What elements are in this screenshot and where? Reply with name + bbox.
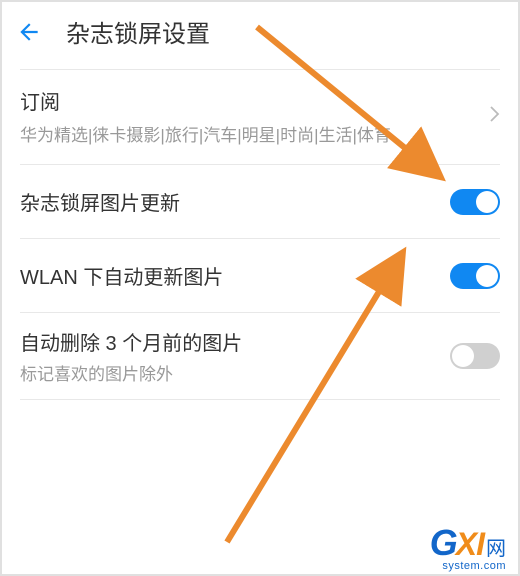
page-title: 杂志锁屏设置 [66, 14, 210, 49]
watermark-xi: XI [456, 526, 484, 563]
magazine-update-toggle[interactable] [450, 189, 500, 215]
subscription-desc: 华为精选|徕卡摄影|旅行|汽车|明星|时尚|生活|体育 [20, 121, 480, 146]
subscription-row[interactable]: 订阅 华为精选|徕卡摄影|旅行|汽车|明星|时尚|生活|体育 [2, 70, 518, 164]
wlan-auto-label: WLAN 下自动更新图片 [20, 261, 223, 290]
header-bar: 杂志锁屏设置 [2, 2, 518, 69]
auto-delete-label: 自动删除 3 个月前的图片 [20, 327, 242, 356]
toggle-knob [476, 265, 498, 287]
magazine-update-label: 杂志锁屏图片更新 [20, 187, 180, 216]
toggle-knob [452, 345, 474, 367]
toggle-knob [476, 191, 498, 213]
wlan-auto-toggle[interactable] [450, 263, 500, 289]
chevron-right-icon [490, 105, 500, 128]
watermark-net: 网 [486, 532, 506, 561]
magazine-update-row: 杂志锁屏图片更新 [2, 165, 518, 238]
subscription-title: 订阅 [20, 86, 480, 115]
auto-delete-desc: 标记喜欢的图片除外 [20, 360, 242, 385]
back-button[interactable] [16, 19, 56, 45]
back-arrow-icon [16, 19, 42, 45]
watermark-g: G [430, 522, 456, 564]
watermark-host: system.com [442, 560, 506, 572]
watermark: G XI 网 [430, 522, 506, 564]
wlan-auto-row: WLAN 下自动更新图片 [2, 239, 518, 312]
auto-delete-toggle[interactable] [450, 343, 500, 369]
divider [20, 399, 500, 400]
auto-delete-row: 自动删除 3 个月前的图片 标记喜欢的图片除外 [2, 313, 518, 399]
